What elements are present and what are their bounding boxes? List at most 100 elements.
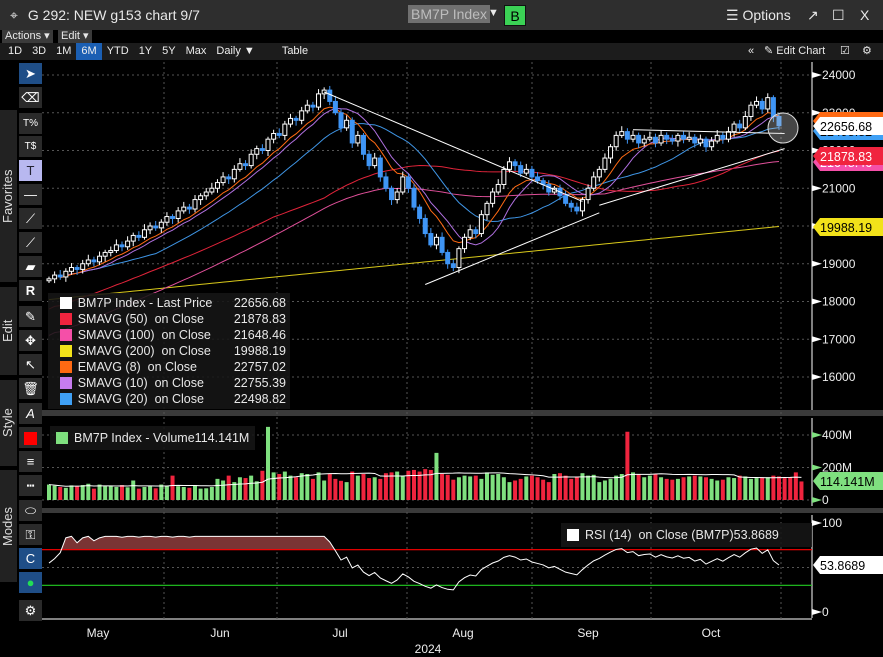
options-button[interactable]: ☰ Options xyxy=(726,7,791,24)
volume-bar xyxy=(170,475,175,500)
candle-body xyxy=(80,263,86,270)
volume-bar xyxy=(114,487,119,500)
move-icon[interactable]: ✥ xyxy=(19,330,42,351)
eraser-tool-icon[interactable]: ⌫ xyxy=(19,87,42,108)
candle-body xyxy=(231,168,237,180)
legend-label: BM7P Index - Last Price xyxy=(77,296,213,310)
candle-body xyxy=(125,240,131,248)
volume-bar xyxy=(339,480,343,500)
volume-bar xyxy=(541,479,546,500)
b-button[interactable]: B xyxy=(504,5,526,26)
volume-bar xyxy=(782,478,787,500)
volume-bar xyxy=(771,475,776,500)
frequency-dropdown[interactable]: Daily ▼ xyxy=(211,43,259,60)
magnet-icon[interactable]: C xyxy=(19,548,42,569)
volume-bar xyxy=(428,469,433,500)
horizontal-line-icon[interactable]: — xyxy=(19,184,42,205)
volume-bar xyxy=(333,478,338,500)
candle-body xyxy=(209,187,215,193)
candle-body xyxy=(400,176,406,193)
legend-row: SMAVG (200) on Close 19988.19 xyxy=(60,343,286,359)
table-button[interactable]: Table xyxy=(270,43,320,60)
candle-body xyxy=(697,138,703,144)
price-tick-label: 19000 xyxy=(822,257,856,271)
trendline-icon[interactable]: ⟋ xyxy=(19,208,42,229)
price-tick-label: 23000 xyxy=(822,106,856,120)
line-width-icon[interactable]: ≡ xyxy=(19,451,42,472)
settings-gear-icon[interactable]: ⚙ xyxy=(19,600,42,621)
year-label: 2024 xyxy=(415,642,442,656)
maximize-button[interactable]: ☐ xyxy=(832,7,845,24)
volume-bar xyxy=(367,478,372,500)
candle-body xyxy=(731,123,737,133)
tick-mark xyxy=(812,336,822,343)
popout-button[interactable]: ↗ xyxy=(807,7,819,24)
ticker-field[interactable]: BM7P Index xyxy=(408,5,491,23)
close-button[interactable]: X xyxy=(860,7,869,23)
volume-legend-label: BM7P Index - Volume xyxy=(74,431,195,445)
price-tick-label: 20000 xyxy=(822,219,856,233)
collapse-button[interactable]: « xyxy=(748,43,754,60)
edit-section-label[interactable]: Edit xyxy=(0,287,17,375)
modes-section-label[interactable]: Modes xyxy=(0,470,17,582)
volume-bar xyxy=(395,471,400,500)
edit-chart-button[interactable]: ✎ Edit Chart xyxy=(764,43,825,60)
volume-bar xyxy=(378,478,383,500)
trendline xyxy=(632,129,785,135)
select-plus-icon[interactable]: ↖ xyxy=(19,354,42,375)
month-label: Jun xyxy=(210,626,229,640)
volume-bar xyxy=(282,471,287,500)
notes-icon[interactable]: ☑ xyxy=(840,43,850,60)
gear-icon[interactable]: ⚙ xyxy=(862,43,872,60)
range-1d[interactable]: 1D xyxy=(3,43,27,60)
candle-body xyxy=(703,138,709,148)
candle-body xyxy=(158,221,164,229)
range-1m[interactable]: 1M xyxy=(51,43,76,60)
pencil-icon: ✎ xyxy=(764,45,777,57)
candle-body xyxy=(299,110,305,121)
candle-body xyxy=(445,251,451,265)
style-section-label[interactable]: Style xyxy=(0,380,17,466)
volume-bar xyxy=(754,478,759,500)
range-1y[interactable]: 1Y xyxy=(134,43,157,60)
legend-swatch xyxy=(60,313,72,325)
range-max[interactable]: Max xyxy=(181,43,212,60)
range-ytd[interactable]: YTD xyxy=(102,43,134,60)
volume-bar xyxy=(513,480,518,500)
price-level-icon[interactable]: T$ xyxy=(19,136,42,157)
trash-icon[interactable]: 🗑 xyxy=(19,378,42,399)
text-tool-icon[interactable]: T xyxy=(19,160,42,181)
pointer-tool-icon[interactable]: ➤ xyxy=(19,63,42,84)
channel-icon[interactable]: ▰ xyxy=(19,256,42,277)
line-style-icon[interactable]: ┅ xyxy=(19,475,42,496)
volume-bar xyxy=(47,484,51,500)
lasso-icon[interactable]: ⬭ xyxy=(19,500,42,521)
volume-bar xyxy=(681,477,686,500)
volume-bar xyxy=(737,475,742,500)
legend-value: 22498.82 xyxy=(233,392,286,406)
candle-body xyxy=(186,206,192,210)
pencil-icon[interactable]: ✎ xyxy=(19,306,42,327)
volume-bar xyxy=(310,478,315,500)
range-3d[interactable]: 3D xyxy=(27,43,51,60)
candle-body xyxy=(170,216,176,219)
range-5y[interactable]: 5Y xyxy=(157,43,180,60)
actions-menu[interactable]: Actions ▾ xyxy=(2,30,53,43)
ticker-dropdown-icon[interactable]: ▼ xyxy=(488,7,499,19)
candle-body xyxy=(68,267,74,272)
percent-level-icon[interactable]: T% xyxy=(19,113,42,134)
color-picker-icon[interactable] xyxy=(19,427,42,448)
lock-icon[interactable]: ⚿ xyxy=(19,524,42,545)
volume-bar xyxy=(479,478,484,500)
candle-body xyxy=(742,116,748,129)
range-6m[interactable]: 6M xyxy=(76,43,102,60)
colors-icon[interactable]: ● xyxy=(19,572,42,593)
candle-body xyxy=(574,206,580,212)
ray-line-icon[interactable]: ⟋ xyxy=(19,232,42,253)
edit-menu[interactable]: Edit ▾ xyxy=(58,30,92,43)
retracement-icon[interactable]: R xyxy=(19,280,42,301)
font-style-icon[interactable]: A xyxy=(19,403,42,424)
favorites-section-label[interactable]: Favorites xyxy=(0,110,17,282)
candle-body xyxy=(506,161,512,170)
volume-bar xyxy=(619,474,624,500)
